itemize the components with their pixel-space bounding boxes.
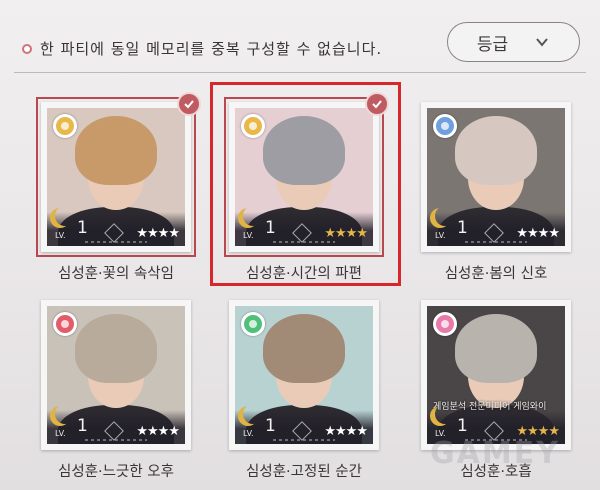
chevron-down-icon: [536, 38, 548, 47]
level-value: 1: [265, 218, 276, 238]
memory-card-name: 심성훈·시간의 파편: [246, 266, 362, 282]
attribute-icon: [241, 312, 265, 336]
card-frame: LV. 1 ★★★★: [421, 102, 571, 252]
moon-icon: [55, 206, 75, 226]
memory-card[interactable]: LV. 1 ★★★★: [41, 300, 191, 450]
star-rating: ★★★★: [136, 424, 180, 439]
star-rating: ★★★★: [516, 226, 560, 241]
star-rating: ★★★★: [136, 226, 180, 241]
card-frame: LV. 1 ★★★★ 게임분석 전문미디어 게임와이: [421, 300, 571, 450]
moon-icon: [435, 206, 455, 226]
card-frame: LV. 1 ★★★★: [41, 300, 191, 450]
level-label: LV.: [55, 231, 66, 240]
level-value: 1: [77, 218, 88, 238]
card-dots-decoration: [273, 439, 335, 441]
moon-icon: [243, 404, 263, 424]
party-notice: 한 파티에 동일 메모리를 중복 구성할 수 없습니다.: [22, 38, 382, 59]
attribute-icon: [53, 114, 77, 138]
level-label: LV.: [243, 231, 254, 240]
attribute-icon: [433, 312, 457, 336]
memory-card[interactable]: LV. 1 ★★★★: [36, 92, 201, 257]
level-label: LV.: [435, 231, 446, 240]
selected-check-icon: [177, 92, 201, 116]
level-value: 1: [457, 218, 468, 238]
sort-label: 등급: [476, 34, 509, 55]
selected-check-icon: [365, 92, 389, 116]
notice-bullet-icon: [22, 43, 32, 54]
header-divider: [14, 72, 586, 73]
card-dots-decoration: [465, 241, 527, 243]
attribute-icon: [53, 312, 77, 336]
card-dots-decoration: [273, 241, 335, 243]
card-frame: LV. 1 ★★★★: [41, 102, 191, 252]
memory-card[interactable]: LV. 1 ★★★★: [421, 102, 571, 252]
level-label: LV.: [243, 429, 254, 438]
memory-card[interactable]: LV. 1 ★★★★: [224, 92, 389, 257]
memory-card[interactable]: LV. 1 ★★★★ 게임분석 전문미디어 게임와이: [421, 300, 571, 450]
moon-icon: [243, 206, 263, 226]
memory-card-name: 심성훈·고정된 순간: [246, 464, 362, 480]
level-label: LV.: [55, 429, 66, 438]
moon-icon: [55, 404, 75, 424]
attribute-icon: [433, 114, 457, 138]
level-value: 1: [77, 416, 88, 436]
card-caption: 게임분석 전문미디어 게임와이: [433, 402, 547, 412]
level-value: 1: [457, 416, 468, 436]
watermark: GAMEY: [430, 436, 560, 471]
card-dots-decoration: [85, 439, 147, 441]
card-frame: LV. 1 ★★★★: [229, 300, 379, 450]
notice-text: 한 파티에 동일 메모리를 중복 구성할 수 없습니다.: [40, 40, 383, 58]
memory-card-name: 심성훈·꽃의 속삭임: [58, 266, 174, 282]
memory-card-name: 심성훈·봄의 신호: [444, 266, 548, 282]
sort-dropdown[interactable]: 등급: [447, 22, 580, 62]
card-dots-decoration: [85, 241, 147, 243]
attribute-icon: [241, 114, 265, 138]
memory-card[interactable]: LV. 1 ★★★★: [229, 300, 379, 450]
star-rating: ★★★★: [324, 424, 368, 439]
card-frame: LV. 1 ★★★★: [229, 102, 379, 252]
star-rating: ★★★★: [324, 226, 368, 241]
level-value: 1: [265, 416, 276, 436]
memory-card-name: 심성훈·느긋한 오후: [58, 464, 174, 480]
